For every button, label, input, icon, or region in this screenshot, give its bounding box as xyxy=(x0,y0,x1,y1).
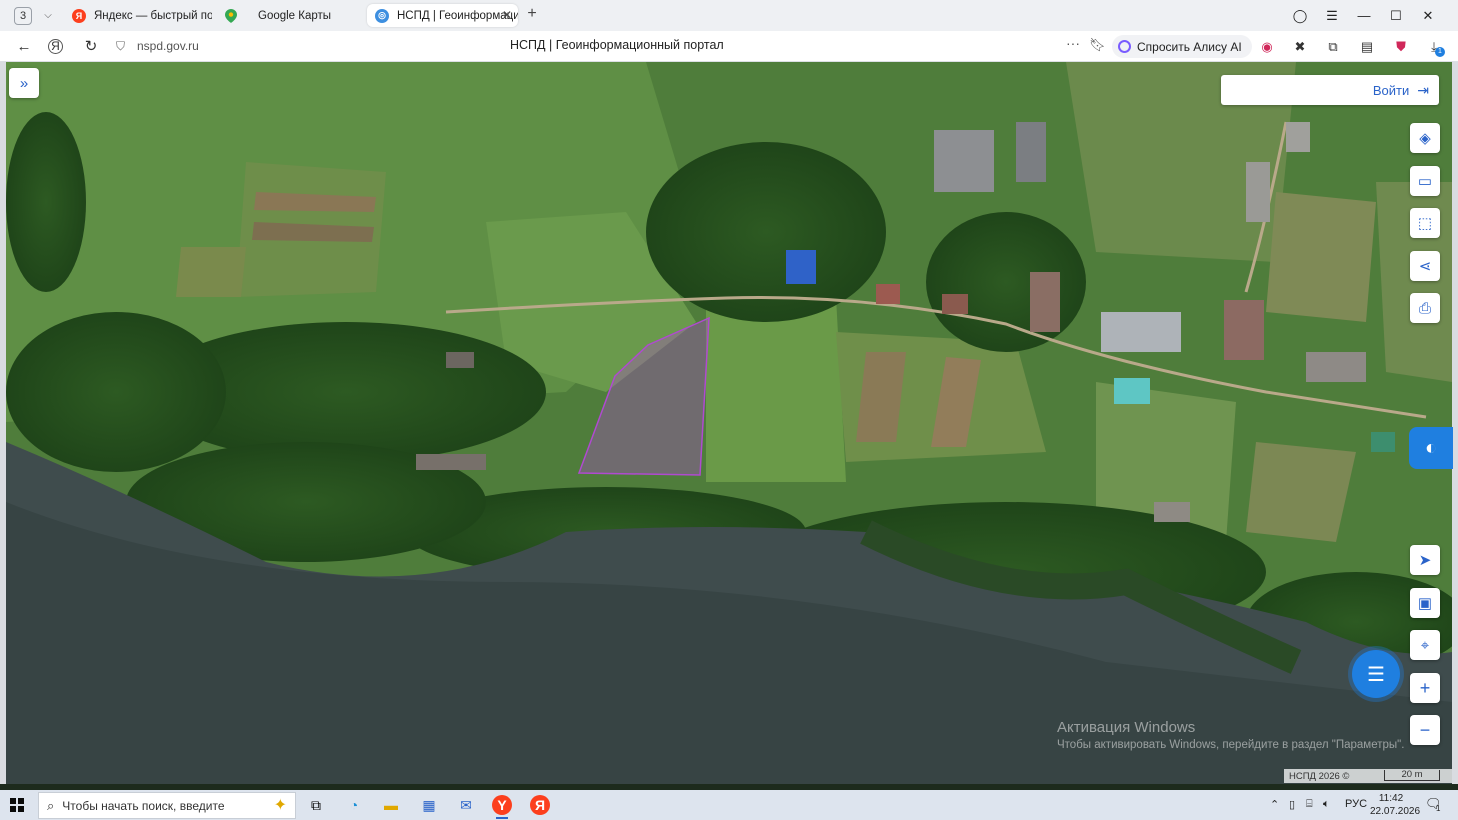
zoom-out-button[interactable]: − xyxy=(1410,715,1440,745)
scale-bar: 20 m xyxy=(1384,770,1440,781)
google-maps-icon xyxy=(224,8,238,23)
assistant-icon: ◐ xyxy=(1424,436,1438,459)
menu-icon[interactable]: ☰ xyxy=(1316,8,1348,24)
maximize-button[interactable]: ☐ xyxy=(1380,8,1412,24)
watermark-title: Активация Windows xyxy=(1057,719,1196,736)
windows-start-icon[interactable] xyxy=(10,798,24,812)
screen: 3 ⌵ Я Яндекс — быстрый поиск Google Карт… xyxy=(0,0,1458,820)
satellite-imagery xyxy=(6,62,1452,784)
login-icon: ⇥ xyxy=(1417,81,1429,98)
minimap-button[interactable]: ▣ xyxy=(1410,588,1440,618)
layers-button[interactable]: ◈ xyxy=(1410,123,1440,153)
collections-icon[interactable]: ▤ xyxy=(1358,38,1376,56)
search-placeholder: Чтобы начать поиск, введите xyxy=(62,798,225,813)
close-icon[interactable]: ✕ xyxy=(502,8,512,22)
page-title: НСПД | Геоинформационный портал xyxy=(510,38,724,52)
back-icon[interactable]: ← xyxy=(14,37,34,57)
login-button[interactable]: Войти ⇥ xyxy=(1221,75,1439,105)
copilot-sparkle-icon: ✦ xyxy=(273,797,287,814)
windows-activation-watermark: Активация Windows Чтобы активировать Win… xyxy=(1057,719,1404,751)
language-indicator[interactable]: РУС xyxy=(1345,798,1367,810)
locate-icon: ➤ xyxy=(1418,552,1432,569)
reload-icon[interactable]: ↻ xyxy=(81,37,101,57)
chat-icon: ☰ xyxy=(1367,663,1385,686)
share-button[interactable]: ⋖ xyxy=(1410,251,1440,281)
search-icon: ⌕ xyxy=(47,797,55,813)
window-controls: ◯ ☰ — ☐ ✕ xyxy=(1284,0,1444,31)
map-attribution: НСПД 2026 © 20 m xyxy=(1284,769,1452,783)
watermark-subtitle: Чтобы активировать Windows, перейдите в … xyxy=(1057,739,1405,751)
satellite-map[interactable] xyxy=(6,62,1452,784)
extension-icon[interactable]: ✖ xyxy=(1291,38,1309,56)
minimap-icon: ▣ xyxy=(1417,595,1433,612)
chevron-down-icon[interactable]: ⌵ xyxy=(40,8,56,24)
select-area-button[interactable]: ⬚ xyxy=(1410,208,1440,238)
locate-button[interactable]: ➤ xyxy=(1410,545,1440,575)
url-field[interactable]: nspd.gov.ru xyxy=(137,39,199,53)
assistant-button[interactable]: ◐ xyxy=(1409,427,1453,469)
tab-label: Яндекс — быстрый поиск xyxy=(94,9,212,22)
bookmark-icon[interactable]: 🔖︎ xyxy=(1089,37,1106,53)
expand-panel-button[interactable]: » xyxy=(9,68,39,98)
tab-label: Google Карты xyxy=(258,9,332,22)
volume-icon[interactable]: 🔈︎ xyxy=(1323,798,1330,811)
yandex-icon: Я xyxy=(72,8,86,23)
minimize-button[interactable]: — xyxy=(1348,8,1380,23)
taskbar-search[interactable]: ⌕ Чтобы начать поиск, введите ✦ xyxy=(38,792,296,819)
shield-extension-icon[interactable]: ⛊ xyxy=(1392,38,1410,56)
alice-icon xyxy=(1118,40,1131,53)
taskbar: ⌕ Чтобы начать поиск, введите ✦ ⧉ ◔ ▬ ▦ … xyxy=(0,790,1458,820)
clock-date: 22.07.2026 xyxy=(1370,806,1421,817)
zoom-in-button[interactable]: + xyxy=(1410,673,1440,703)
chat-button[interactable]: ☰ xyxy=(1352,650,1400,698)
yandex-home-icon[interactable]: Я xyxy=(48,39,63,54)
tab-counter[interactable]: 3 xyxy=(14,6,32,25)
battery-icon[interactable]: ▯ xyxy=(1289,798,1295,811)
profile-icon[interactable]: ◯ xyxy=(1284,8,1316,24)
store-icon[interactable]: ▦ xyxy=(418,795,440,815)
clock-time: 11:42 xyxy=(1378,793,1404,804)
close-window-button[interactable]: ✕ xyxy=(1412,8,1444,24)
print-icon: ⎙ xyxy=(1418,299,1431,317)
print-button[interactable]: ⎙ xyxy=(1410,293,1440,323)
tab-nspd[interactable]: ◎ НСПД | Геоинформаци ✕ xyxy=(367,4,518,27)
puzzle-icon[interactable]: ⧉ xyxy=(1324,38,1342,56)
clock[interactable]: 11:42 22.07.2026 xyxy=(1370,792,1421,818)
shield-icon[interactable]: ⛉ xyxy=(116,39,125,54)
alice-label: Спросить Алису AI xyxy=(1137,39,1242,54)
attribution-text: НСПД 2026 © xyxy=(1289,770,1350,782)
layers-icon: ◈ xyxy=(1419,130,1431,147)
more-icon[interactable]: ··· xyxy=(1066,35,1080,51)
file-explorer-icon[interactable]: ▬ xyxy=(380,795,402,815)
address-bar: ← Я ↻ ⛉ nspd.gov.ru НСПД | Геоинформацио… xyxy=(0,31,1458,62)
yandex-browser-icon[interactable]: Y xyxy=(492,795,512,815)
task-view-icon[interactable]: ⧉ xyxy=(305,795,327,815)
share-icon: ⋖ xyxy=(1418,258,1432,275)
tab-google-maps[interactable]: Google Карты xyxy=(216,4,364,27)
nspd-icon: ◎ xyxy=(375,8,389,23)
tab-yandex[interactable]: Я Яндекс — быстрый поиск xyxy=(64,4,212,27)
ruler-icon: ▭ xyxy=(1417,173,1433,190)
download-badge: 1 xyxy=(1435,47,1445,57)
network-icon[interactable]: ⌸ xyxy=(1306,798,1313,811)
alice-button[interactable]: Спросить Алису AI xyxy=(1112,35,1252,58)
notification-count: 1 xyxy=(1436,804,1441,813)
running-indicator xyxy=(496,817,508,819)
yandex-icon[interactable]: Я xyxy=(530,795,550,815)
new-tab-button[interactable]: + xyxy=(524,6,540,23)
chevron-up-icon[interactable]: ⌃ xyxy=(1270,798,1279,811)
select-area-icon: ⬚ xyxy=(1417,215,1433,232)
geo-search-icon: ⌖ xyxy=(1420,636,1430,654)
ruler-button[interactable]: ▭ xyxy=(1410,166,1440,196)
geo-search-button[interactable]: ⌖ xyxy=(1410,630,1440,660)
mail-icon[interactable]: ✉ xyxy=(455,795,477,815)
edge-icon[interactable]: ◔ xyxy=(343,795,365,815)
extension-icon[interactable]: ◉ xyxy=(1258,38,1276,56)
right-edge xyxy=(1452,62,1458,784)
login-label: Войти xyxy=(1372,82,1410,98)
tab-label: НСПД | Геоинформаци xyxy=(397,9,518,22)
